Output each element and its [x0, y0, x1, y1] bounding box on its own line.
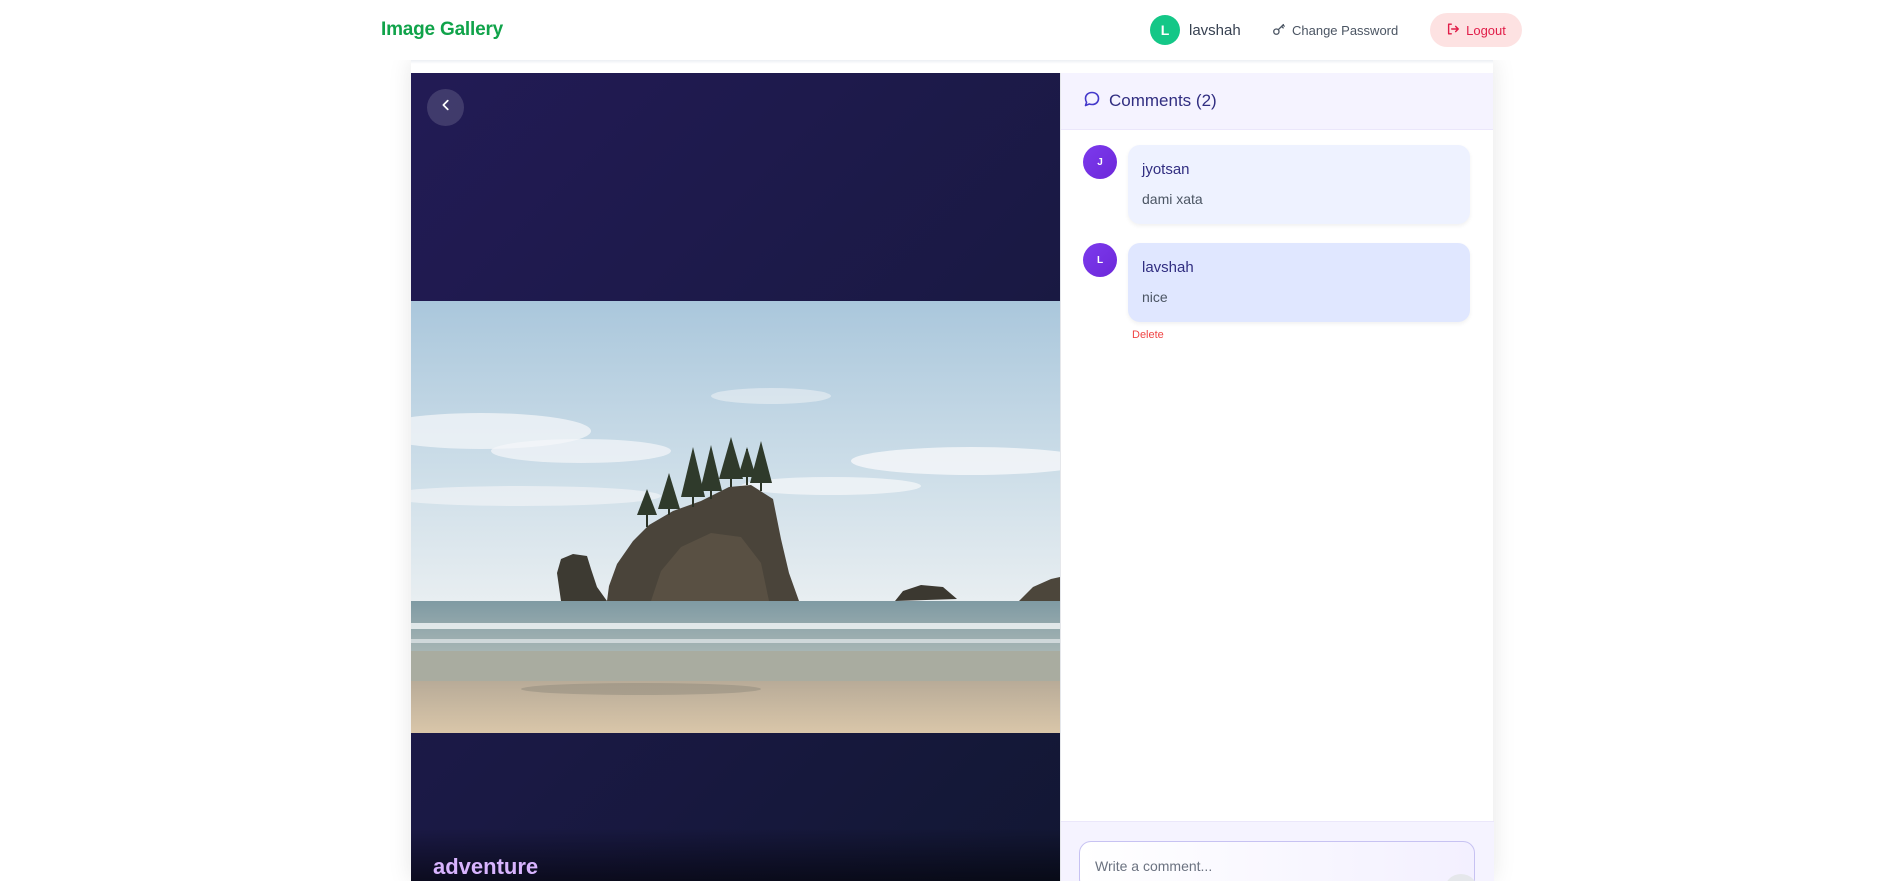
comment-item: J jyotsan dami xata [1083, 145, 1470, 224]
app-brand[interactable]: Image Gallery [381, 19, 503, 41]
comment-avatar: J [1083, 145, 1117, 179]
card-edge [411, 60, 1493, 64]
comment-composer [1061, 821, 1494, 881]
comment-bubble: jyotsan dami xata [1128, 145, 1470, 224]
change-password-button[interactable]: Change Password [1272, 20, 1398, 40]
comment-bubble-icon [1083, 90, 1101, 113]
user-menu[interactable]: L lavshah [1150, 15, 1241, 45]
comment-input[interactable] [1079, 841, 1475, 881]
user-avatar: L [1150, 15, 1180, 45]
key-icon [1272, 22, 1286, 39]
comments-panel: Comments (2) J jyotsan dami xata L lavsh… [1060, 73, 1494, 881]
logout-icon [1446, 22, 1460, 39]
username-label: lavshah [1189, 21, 1241, 39]
comment-bubble: lavshah nice [1128, 243, 1470, 322]
comment-text: dami xata [1142, 191, 1203, 207]
comment-item: L lavshah nice Delete [1083, 243, 1470, 341]
comment-avatar: L [1083, 243, 1117, 277]
comments-header: Comments (2) [1061, 73, 1493, 130]
gallery-photo [411, 301, 1060, 733]
comment-author: lavshah [1142, 259, 1194, 276]
chevron-left-icon [439, 98, 453, 117]
logout-button[interactable]: Logout [1430, 13, 1522, 47]
top-navbar: Image Gallery L lavshah Change Password … [0, 0, 1897, 60]
comment-text: nice [1142, 289, 1168, 305]
image-caption: adventure [433, 854, 539, 879]
delete-comment-button[interactable]: Delete [1132, 329, 1164, 341]
logout-label: Logout [1466, 22, 1506, 38]
image-viewer: adventure [411, 73, 1060, 881]
comment-author: jyotsan [1142, 161, 1190, 178]
comments-title: Comments (2) [1109, 91, 1217, 110]
change-password-label: Change Password [1292, 22, 1399, 38]
back-button[interactable] [427, 89, 464, 126]
